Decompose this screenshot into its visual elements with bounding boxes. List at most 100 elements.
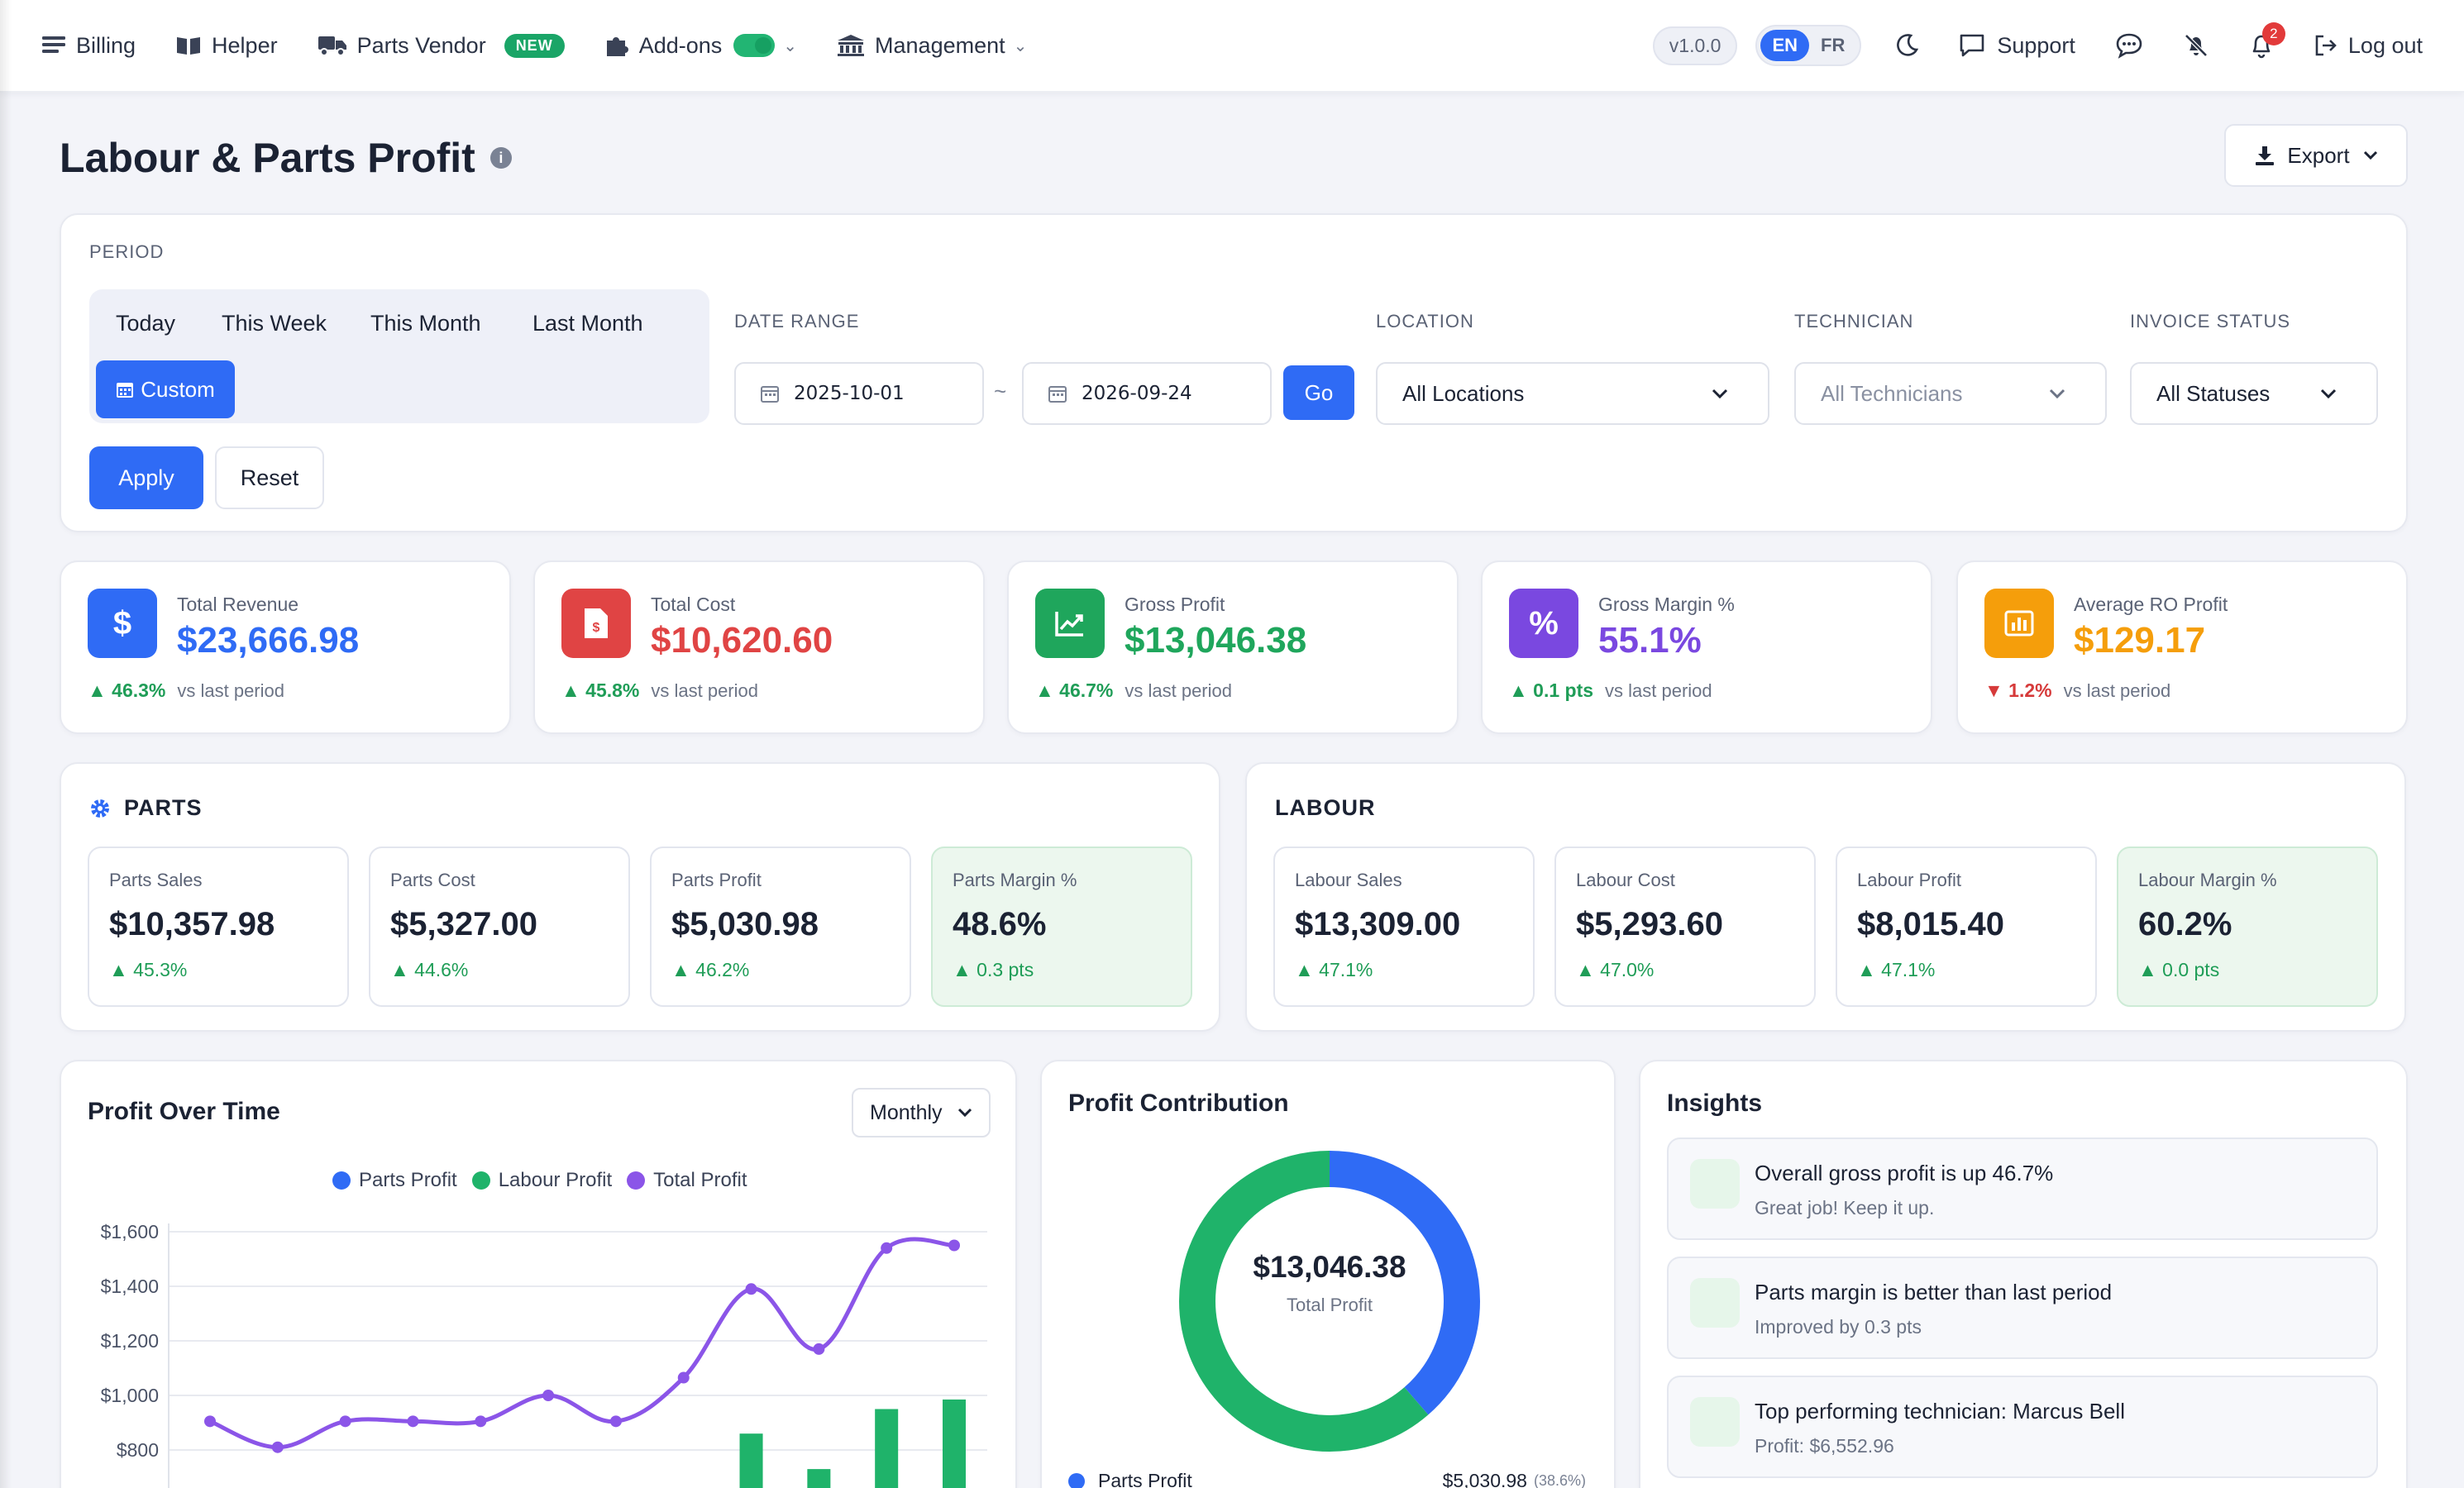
y-tick-label: $1,400 bbox=[101, 1276, 159, 1297]
period-last-month[interactable]: Last Month bbox=[532, 311, 643, 336]
profit-contribution-card: Profit Contribution $13,046.38 Total Pro… bbox=[1040, 1060, 1616, 1488]
chevron-down-icon bbox=[2320, 389, 2337, 399]
metric-delta: ▲ 0.0 pts bbox=[2138, 959, 2220, 980]
metric-delta: ▲ 47.0% bbox=[1576, 959, 1655, 980]
export-label: Export bbox=[2287, 142, 2350, 168]
metric-labour-sales: Labour Sales $13,309.00 ▲ 47.1% bbox=[1273, 847, 1535, 1007]
kpi-total-cost: $ Total Cost $10,620.60 ▲ 45.8% vs last … bbox=[533, 560, 985, 734]
window-edge-shadow bbox=[0, 0, 12, 1488]
metric-value: $5,293.60 bbox=[1576, 906, 1723, 942]
nav-addons[interactable]: Add-ons ⌄ bbox=[604, 33, 797, 59]
kpi-label: Total Cost bbox=[651, 594, 736, 615]
kpi-label: Gross Margin % bbox=[1598, 594, 1735, 615]
chevron-down-icon bbox=[957, 1108, 972, 1118]
point-total-profit bbox=[813, 1343, 825, 1355]
metric-value: 48.6% bbox=[953, 906, 1047, 942]
custom-label: Custom bbox=[141, 376, 215, 402]
metric-label: Parts Sales bbox=[109, 870, 203, 890]
metric-value: $13,309.00 bbox=[1295, 906, 1461, 942]
legend-labour-profit[interactable]: Labour Profit bbox=[471, 1169, 612, 1192]
metric-labour-cost: Labour Cost $5,293.60 ▲ 47.0% bbox=[1554, 847, 1816, 1007]
kpi-delta-caption: vs last period bbox=[1125, 680, 1232, 701]
kpi-delta: ▼ 1.2% vs last period bbox=[1984, 680, 2170, 702]
metric-delta: ▲ 0.3 pts bbox=[953, 959, 1034, 980]
profit-over-time-card: Profit Over Time Monthly Parts Profit La… bbox=[60, 1060, 1017, 1488]
logout-button[interactable]: Log out bbox=[2314, 33, 2423, 59]
export-button[interactable]: Export bbox=[2224, 124, 2408, 187]
addons-toggle[interactable] bbox=[733, 34, 776, 57]
support-button[interactable]: Support bbox=[1959, 33, 2075, 59]
period-this-week[interactable]: This Week bbox=[222, 311, 327, 336]
insight-title: Parts margin is better than last period bbox=[1755, 1280, 2113, 1304]
legend-total-profit[interactable]: Total Profit bbox=[627, 1169, 747, 1192]
technician-label: TECHNICIAN bbox=[1794, 311, 1914, 331]
metric-label: Parts Profit bbox=[671, 870, 762, 890]
dollar-icon: $ bbox=[88, 589, 157, 658]
insight-item[interactable]: Parts margin is better than last period … bbox=[1667, 1257, 2378, 1359]
kpi-label: Gross Profit bbox=[1125, 594, 1225, 615]
period-today[interactable]: Today bbox=[116, 311, 175, 336]
kpi-delta-value: ▲ 46.3% bbox=[88, 680, 166, 701]
support-label: Support bbox=[1997, 32, 2075, 58]
calendar-icon bbox=[761, 386, 779, 403]
kpi-delta-value: ▲ 0.1 pts bbox=[1509, 680, 1594, 701]
period-custom-button[interactable]: Custom bbox=[96, 360, 235, 418]
technician-select[interactable]: All Technicians bbox=[1794, 362, 2107, 425]
insight-item[interactable]: Overall gross profit is up 46.7% Great j… bbox=[1667, 1137, 2378, 1240]
kpi-delta-caption: vs last period bbox=[651, 680, 758, 701]
nav-helper-label: Helper bbox=[212, 32, 278, 58]
invoice-icon: $ bbox=[561, 589, 631, 658]
lang-fr-button[interactable]: FR bbox=[1809, 30, 1856, 61]
invoice-status-select[interactable]: All Statuses bbox=[2130, 362, 2378, 425]
mute-notifications-button[interactable] bbox=[2183, 32, 2209, 59]
date-to-input[interactable]: 2026-09-24 bbox=[1022, 362, 1272, 425]
info-icon[interactable]: i bbox=[489, 147, 512, 169]
location-select[interactable]: All Locations bbox=[1376, 362, 1769, 425]
nav-parts-vendor[interactable]: Parts Vendor NEW bbox=[318, 33, 565, 59]
date-from-input[interactable]: 2025-10-01 bbox=[734, 362, 984, 425]
truck-icon bbox=[318, 36, 346, 56]
legend-swatch bbox=[627, 1171, 646, 1190]
parts-section: PARTS Parts Sales $10,357.98 ▲ 45.3% Par… bbox=[60, 762, 1220, 1032]
bar-labour-profit bbox=[739, 1433, 763, 1488]
dark-mode-button[interactable] bbox=[1894, 33, 1919, 58]
metric-delta: ▲ 44.6% bbox=[390, 959, 469, 980]
kpi-delta-caption: vs last period bbox=[177, 680, 284, 701]
kpi-value: $10,620.60 bbox=[651, 620, 833, 661]
point-total-profit bbox=[271, 1441, 284, 1453]
period-selector: Today This Week This Month Last Month Cu… bbox=[89, 289, 709, 423]
insight-item[interactable]: Top performing technician: Marcus Bell P… bbox=[1667, 1376, 2378, 1478]
reset-button[interactable]: Reset bbox=[215, 446, 324, 509]
nav-billing[interactable]: Billing bbox=[41, 33, 136, 59]
point-total-profit bbox=[407, 1415, 419, 1428]
bell-slash-icon bbox=[2185, 34, 2208, 57]
kpi-label: Total Revenue bbox=[177, 594, 299, 615]
granularity-select[interactable]: Monthly bbox=[852, 1088, 991, 1137]
kpi-delta: ▲ 45.8% vs last period bbox=[561, 680, 758, 702]
kpi-delta: ▲ 46.7% vs last period bbox=[1035, 680, 1232, 702]
kpi-value: $23,666.98 bbox=[177, 620, 360, 661]
lang-en-button[interactable]: EN bbox=[1760, 30, 1809, 61]
metric-labour-profit: Labour Profit $8,015.40 ▲ 47.1% bbox=[1836, 847, 2097, 1007]
messages-button[interactable] bbox=[2115, 32, 2143, 59]
kpi-delta: ▲ 0.1 pts vs last period bbox=[1509, 680, 1712, 702]
kpi-delta-value: ▲ 45.8% bbox=[561, 680, 640, 701]
puzzle-icon bbox=[606, 37, 628, 56]
kpi-gross-margin: % Gross Margin % 55.1% ▲ 0.1 pts vs last… bbox=[1481, 560, 1932, 734]
kpi-total-revenue: $ Total Revenue $23,666.98 ▲ 46.3% vs la… bbox=[60, 560, 511, 734]
percent-icon: % bbox=[1509, 589, 1578, 658]
notifications-button[interactable]: 2 bbox=[2249, 22, 2285, 59]
metric-parts-cost: Parts Cost $5,327.00 ▲ 44.6% bbox=[369, 847, 630, 1007]
bar-labour-profit bbox=[807, 1469, 831, 1488]
nav-management[interactable]: Management ⌄ bbox=[837, 33, 1027, 59]
legend-parts-profit[interactable]: Parts Profit bbox=[332, 1169, 457, 1192]
apply-button[interactable]: Apply bbox=[89, 446, 203, 509]
metric-delta: ▲ 46.2% bbox=[671, 959, 750, 980]
go-button[interactable]: Go bbox=[1283, 365, 1354, 420]
kpi-value: $13,046.38 bbox=[1125, 620, 1307, 661]
nav-helper[interactable]: Helper bbox=[175, 33, 278, 59]
insight-icon bbox=[1690, 1397, 1740, 1447]
period-this-month[interactable]: This Month bbox=[370, 311, 481, 336]
point-total-profit bbox=[204, 1415, 216, 1428]
profit-over-time-title: Profit Over Time bbox=[88, 1098, 280, 1125]
